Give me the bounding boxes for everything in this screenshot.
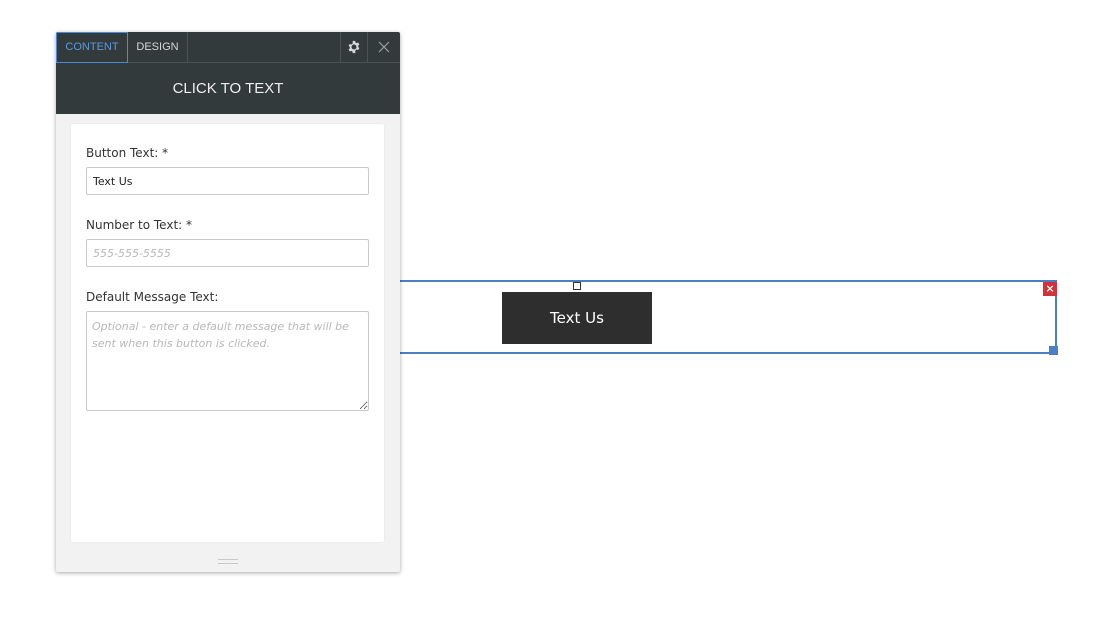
selection-top-handle[interactable]: [573, 282, 581, 290]
default-message-label: Default Message Text:: [86, 290, 219, 304]
panel-tabbar: CONTENT DESIGN: [56, 32, 400, 63]
delete-element-button[interactable]: ×: [1043, 282, 1057, 296]
panel-resize-grip[interactable]: [218, 559, 238, 564]
panel-title: CLICK TO TEXT: [56, 63, 400, 114]
close-icon: [378, 41, 390, 53]
button-text-label: Button Text: *: [86, 146, 169, 160]
gear-icon: [348, 40, 360, 54]
resize-handle[interactable]: [1049, 346, 1058, 355]
number-to-text-label: Number to Text: *: [86, 218, 193, 232]
element-selection-outline: [400, 280, 1057, 354]
content-form: Button Text: * Number to Text: * Default…: [71, 124, 384, 542]
default-message-textarea[interactable]: [86, 311, 369, 411]
click-to-text-editor-panel: CONTENT DESIGN CLICK TO TEXT Button Text…: [56, 32, 400, 572]
close-button[interactable]: [368, 32, 400, 63]
number-to-text-input[interactable]: [86, 239, 369, 267]
button-text-input[interactable]: [86, 167, 369, 195]
settings-button[interactable]: [340, 32, 368, 63]
tab-design[interactable]: DESIGN: [128, 32, 188, 63]
text-us-button[interactable]: Text Us: [502, 292, 652, 344]
editor-canvas: × Text Us CONTENT DESIGN CLICK TO TEXT B…: [0, 0, 1113, 619]
tab-content[interactable]: CONTENT: [56, 32, 128, 63]
